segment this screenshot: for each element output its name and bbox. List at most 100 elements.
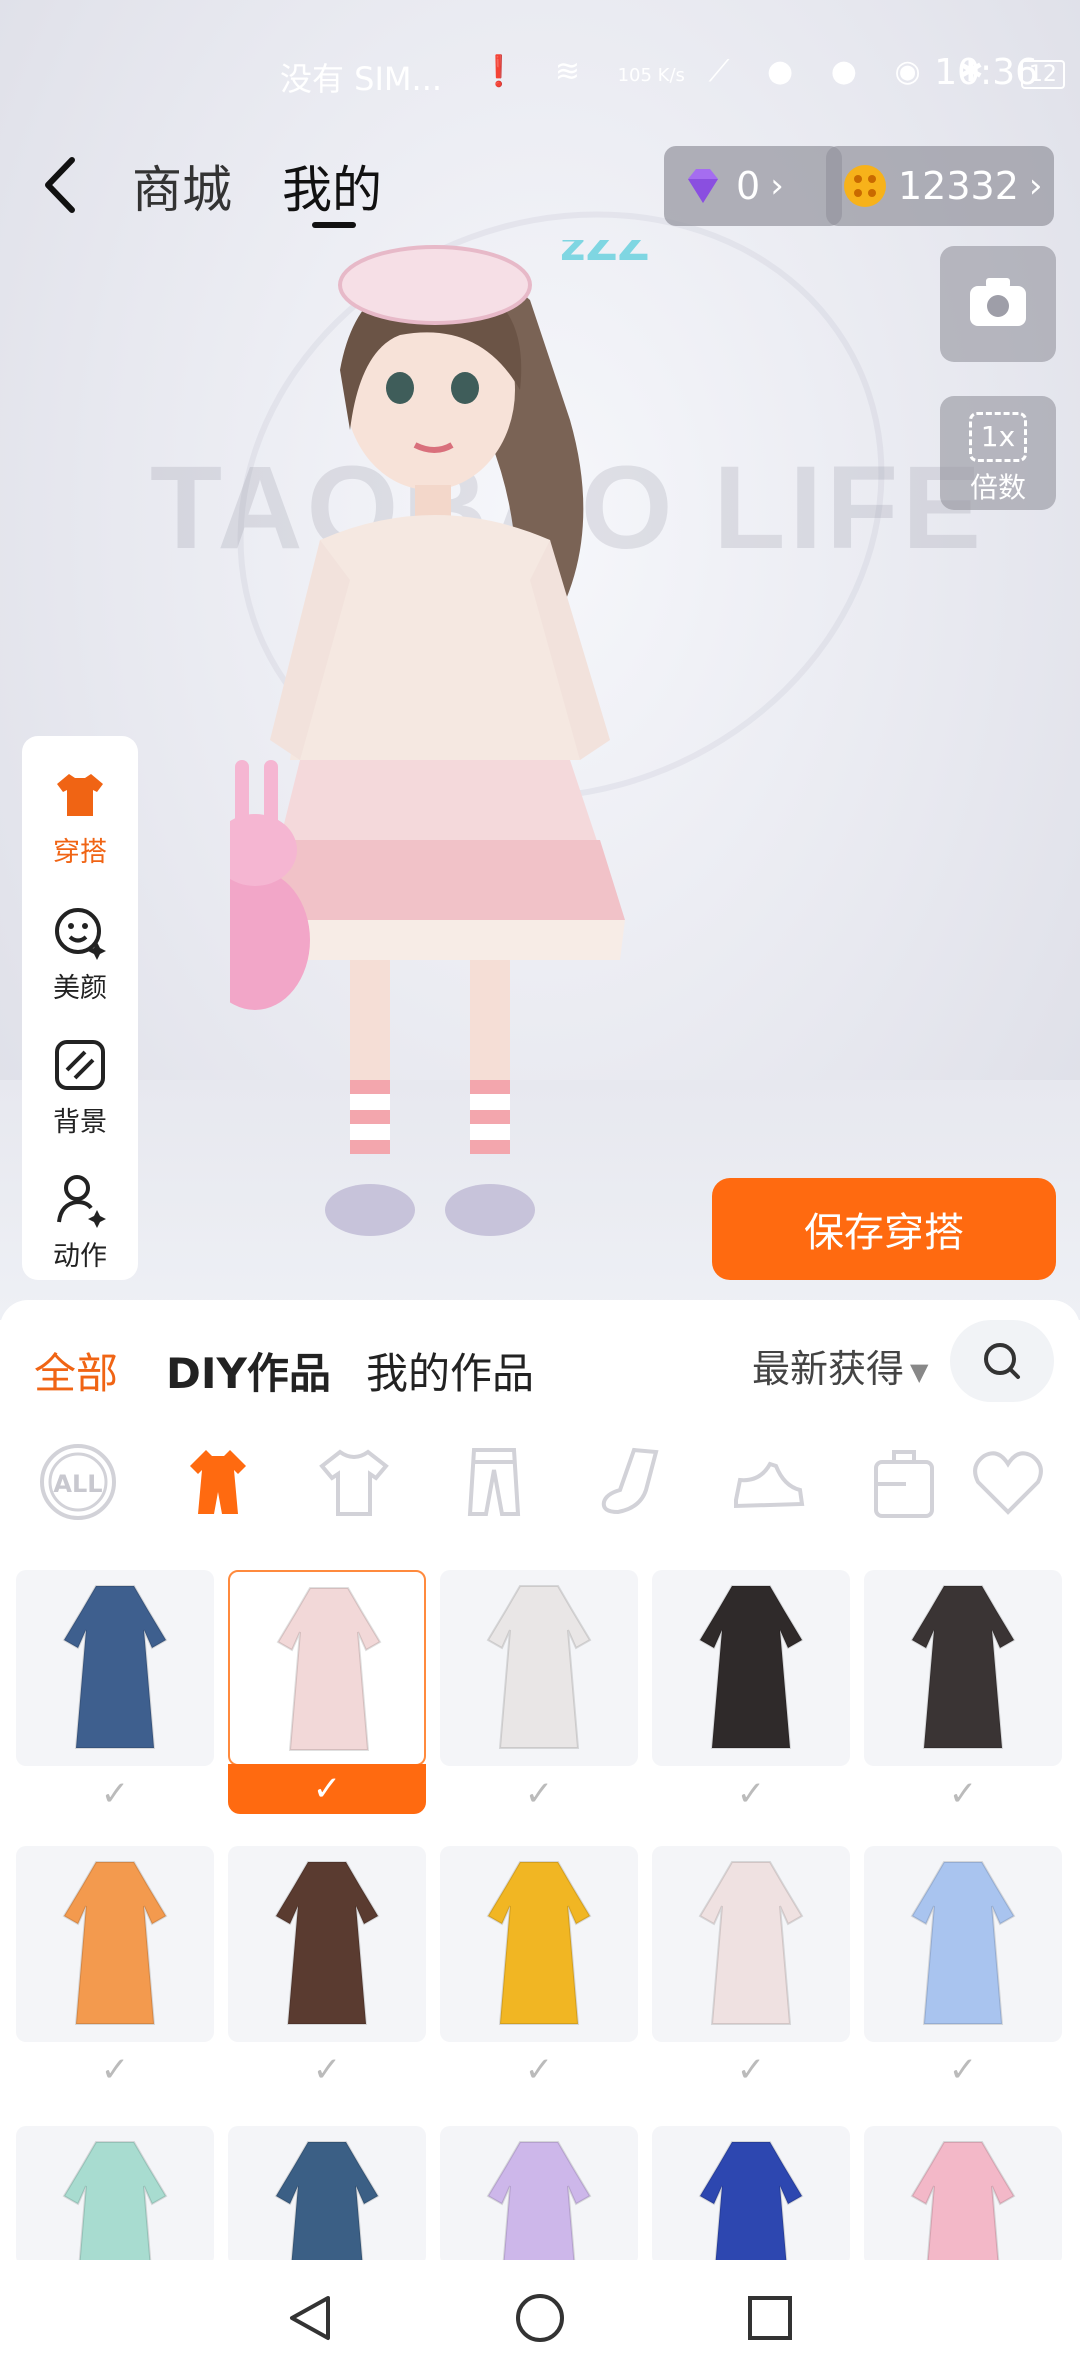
check-icon: ✓	[100, 2050, 130, 2090]
bag-icon[interactable]	[866, 1440, 950, 1524]
panel-item-label: 穿搭	[53, 837, 107, 868]
status-bar: 没有 SIM... ❗ ≋ 105 K/s ⟋ ● ● ◉ ✱ 12 10:36	[0, 40, 1080, 110]
zoom-label: 倍数	[969, 471, 1026, 504]
tshirt-icon[interactable]	[312, 1440, 396, 1524]
nav-recents-icon[interactable]	[742, 2290, 798, 2346]
diamond-icon	[688, 169, 718, 203]
diamond-count: 0	[736, 164, 761, 208]
outfit-thumbnail	[910, 1861, 1016, 2025]
item-card-orange-top-shorts[interactable]	[16, 1846, 214, 2042]
outfit-icon	[57, 774, 103, 816]
diamond-balance-button[interactable]: 0 ›	[664, 146, 842, 226]
category-row: ALL	[0, 1440, 1080, 1540]
item-card-black-gold-dress[interactable]	[864, 1570, 1062, 1766]
left-tool-panel: 穿搭 美颜 背景 动作	[22, 736, 138, 1280]
carrier-text: 没有 SIM...	[280, 60, 443, 98]
outfit-thumbnail	[486, 1585, 592, 1749]
outfit-thumbnail	[62, 1585, 168, 1749]
item-card-white-blouse-brown-skirt[interactable]	[228, 1846, 426, 2042]
item-card-blue-qipao[interactable]	[16, 1570, 214, 1766]
panel-item-beauty[interactable]: 美颜	[22, 902, 138, 1005]
panel-item-label: 美颜	[53, 973, 107, 1004]
filter-tab-my-works[interactable]: 我的作品	[366, 1340, 534, 1401]
zoom-button[interactable]: 1x 倍数	[940, 396, 1056, 510]
nav-back-icon[interactable]	[282, 2290, 338, 2346]
sort-label: 最新获得	[752, 1347, 905, 1391]
tab-indicator	[312, 222, 356, 228]
outfit-thumbnail	[62, 1861, 168, 2025]
face-beauty-icon	[55, 908, 106, 960]
camera-icon	[970, 278, 1026, 326]
item-card-pink-hanfu[interactable]	[864, 2126, 1062, 2305]
panel-item-background[interactable]: 背景	[22, 1036, 138, 1139]
check-icon: ✓	[100, 1774, 130, 1814]
save-outfit-button[interactable]: 保存穿搭	[712, 1178, 1056, 1280]
clock: 10:36	[934, 52, 1038, 93]
socks-icon[interactable]	[590, 1440, 674, 1524]
panel-item-label: 背景	[53, 1107, 107, 1138]
outfit-thumbnail	[486, 1861, 592, 2025]
item-card-floral-slip-dress[interactable]	[440, 1570, 638, 1766]
tab-mall[interactable]: 商城	[132, 150, 232, 222]
wifi-icon: ≋	[554, 54, 595, 89]
chevron-right-icon: ›	[770, 166, 784, 206]
panel-item-label: 动作	[53, 1241, 107, 1272]
zoom-value: 1x	[969, 412, 1027, 462]
avatar-figure: zZZ	[230, 240, 649, 1236]
outfit-thumbnail	[698, 1861, 804, 2025]
background-icon	[55, 1040, 105, 1090]
panel-item-outfit[interactable]: 穿搭	[22, 766, 138, 869]
nav-home-icon[interactable]	[512, 2290, 568, 2346]
item-card-lavender-gown[interactable]	[440, 2126, 638, 2305]
outfit-thumbnail	[274, 1861, 380, 2025]
check-icon: ✓	[312, 2050, 342, 2090]
camera-button[interactable]	[940, 246, 1056, 362]
check-icon: ✓	[736, 2050, 766, 2090]
pose-icon	[57, 1175, 106, 1228]
filter-tab-diy[interactable]: DIY作品	[166, 1340, 331, 1401]
chevron-right-icon: ›	[1028, 166, 1043, 206]
all-icon-label: ALL	[53, 1470, 102, 1498]
system-nav-bar	[0, 2260, 1080, 2376]
item-card-pink-lolita-dress[interactable]	[228, 1570, 426, 1766]
check-icon: ✓	[948, 2050, 978, 2090]
search-icon	[984, 1343, 1020, 1379]
dress-icon[interactable]	[176, 1440, 260, 1524]
pants-icon[interactable]	[452, 1440, 536, 1524]
check-icon: ✓	[948, 1774, 978, 1814]
app-icon: ●	[767, 54, 808, 89]
panel-item-pose[interactable]: 动作	[22, 1170, 138, 1273]
filter-tab-all[interactable]: 全部	[34, 1340, 118, 1401]
item-card-floral-shirt-dress[interactable]	[652, 1846, 850, 2042]
item-card-yellow-sweater-pants[interactable]	[440, 1846, 638, 2042]
item-card-mint-hanfu[interactable]	[16, 2126, 214, 2305]
outfit-thumbnail	[910, 1585, 1016, 1749]
sort-dropdown[interactable]: 最新获得 ▼	[752, 1338, 928, 1393]
app2-icon: ●	[830, 54, 871, 89]
outfit-thumbnail	[698, 1585, 804, 1749]
outfit-thumbnail	[276, 1587, 382, 1751]
sleep-zzz: zZZ	[560, 240, 649, 271]
search-button[interactable]	[950, 1320, 1054, 1402]
check-icon: ✓	[524, 2050, 554, 2090]
item-card-blue-hanfu[interactable]	[864, 1846, 1062, 2042]
alert-icon: ❗	[480, 54, 532, 89]
tab-mine[interactable]: 我的	[282, 150, 382, 222]
coin-balance-button[interactable]: 12332 ›	[826, 146, 1054, 226]
item-card-black-collar-dress[interactable]	[652, 1570, 850, 1766]
caret-down-icon: ▼	[910, 1357, 929, 1386]
item-card-denim-skirt-outfit[interactable]	[228, 2126, 426, 2305]
shoes-icon[interactable]	[726, 1440, 810, 1524]
all-icon[interactable]: ALL	[36, 1440, 120, 1524]
check-icon: ✓	[736, 1774, 766, 1814]
coin-count: 12332	[898, 164, 1019, 208]
signal-icon: ⟋	[708, 54, 744, 89]
check-icon: ✓	[228, 1764, 426, 1814]
net-speed: 105 K/s	[617, 65, 685, 86]
favorite-icon[interactable]	[966, 1440, 1050, 1524]
item-card-blue-raincoat[interactable]	[652, 2126, 850, 2305]
back-icon[interactable]	[36, 150, 86, 220]
eye-icon: ◉	[894, 54, 935, 89]
check-icon: ✓	[524, 1774, 554, 1814]
coin-icon	[844, 165, 886, 207]
